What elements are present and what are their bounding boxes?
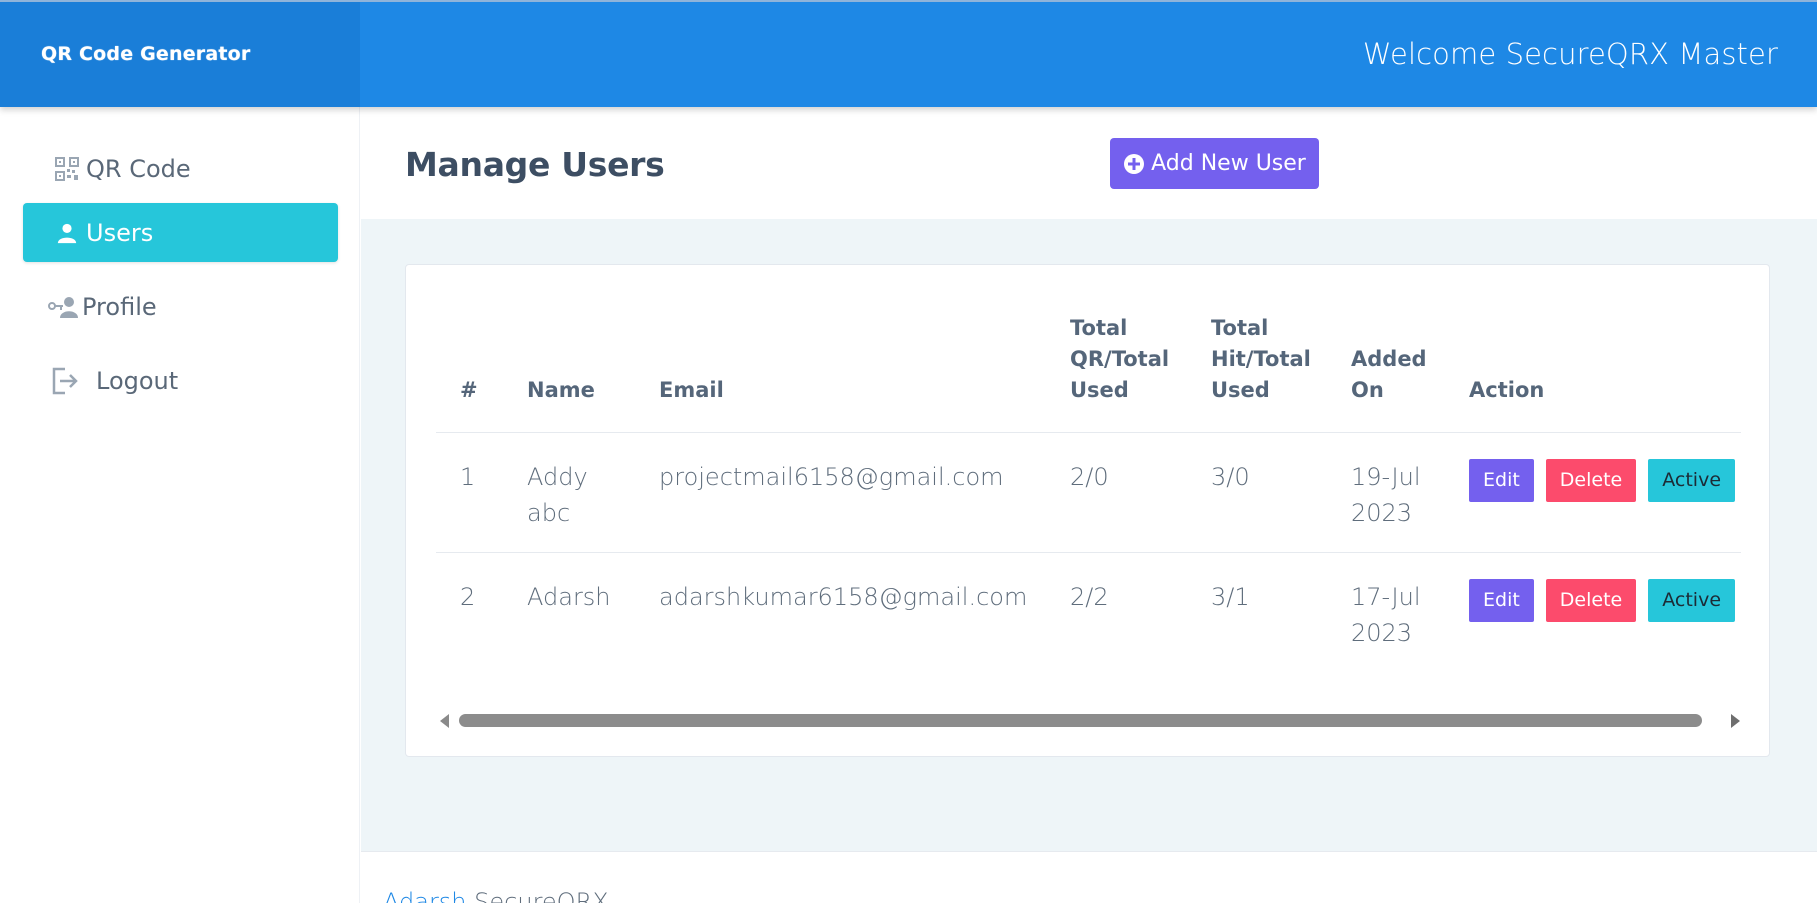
page-header: Manage Users Add New User (361, 107, 1817, 219)
user-key-icon (48, 292, 78, 322)
delete-button[interactable]: Delete (1545, 459, 1637, 502)
sidebar-item-logout[interactable]: Logout (23, 351, 338, 410)
sidebar-item-profile[interactable]: Profile (23, 277, 338, 336)
cell-total-qr: 2/0 (1046, 432, 1187, 553)
top-bar: QR Code Generator Welcome SecureQRX Mast… (0, 0, 1817, 107)
sidebar-item-label: QR Code (86, 154, 191, 183)
sidebar-item-users[interactable]: Users (23, 203, 338, 262)
cell-name: Addy abc (503, 432, 635, 553)
add-new-user-button[interactable]: Add New User (1110, 138, 1319, 189)
column-header-number: # (436, 313, 503, 433)
edit-button[interactable]: Edit (1469, 579, 1534, 622)
table-header-row: # Name Email Total QR/Total Used Total H… (436, 313, 1741, 433)
cell-total-hit: 3/0 (1187, 432, 1327, 553)
column-header-name: Name (503, 313, 635, 433)
scroll-left-arrow-icon[interactable] (440, 714, 449, 728)
footer: Adarsh SecureQRX (361, 851, 1817, 903)
sidebar-item-label: Users (86, 218, 154, 247)
column-header-added-on: Added On (1327, 313, 1445, 433)
cell-total-qr: 2/2 (1070, 583, 1109, 611)
cell-email: projectmail6158@gmail.com (635, 432, 1046, 553)
cell-total-hit: 3/1 (1211, 583, 1250, 611)
cell-number: 1 (436, 432, 503, 553)
main-content: Manage Users Add New User # Name Email T… (361, 107, 1817, 903)
active-status-button[interactable]: Active (1648, 459, 1736, 502)
qr-code-icon (52, 154, 82, 184)
users-card: # Name Email Total QR/Total Used Total H… (405, 264, 1770, 757)
logout-icon (50, 366, 80, 396)
sidebar-item-label: Profile (82, 292, 157, 321)
edit-button[interactable]: Edit (1469, 459, 1534, 502)
user-icon (52, 218, 82, 248)
cell-email: adarshkumar6158@gmail.com (659, 583, 1028, 611)
scrollbar-thumb[interactable] (459, 714, 1702, 727)
add-new-user-label: Add New User (1151, 151, 1306, 176)
table-row: 1 Addy abc projectmail6158@gmail.com 2/0… (436, 432, 1741, 553)
users-table: # Name Email Total QR/Total Used Total H… (436, 313, 1741, 673)
app-page: QR Code Generator Welcome SecureQRX Mast… (0, 0, 1817, 903)
column-header-total-qr: Total QR/Total Used (1046, 313, 1187, 433)
brand-logo[interactable]: QR Code Generator (0, 2, 360, 107)
row-actions: Edit Delete Active (1469, 579, 1741, 622)
sidebar: QR Code Users Profile Logout (0, 107, 360, 903)
footer-author-link[interactable]: Adarsh (383, 888, 467, 903)
horizontal-scrollbar[interactable] (440, 710, 1740, 730)
page-title: Manage Users (405, 145, 665, 184)
plus-circle-icon (1123, 153, 1145, 175)
column-header-total-hit: Total Hit/Total Used (1187, 313, 1327, 433)
row-actions: Edit Delete Active (1469, 459, 1741, 502)
cell-name: Adarsh (527, 583, 611, 611)
column-header-action: Action (1445, 313, 1741, 433)
cell-number: 2 (460, 583, 476, 611)
cell-actions: Edit Delete Active (1445, 432, 1741, 553)
scroll-right-arrow-icon[interactable] (1731, 714, 1740, 728)
column-header-email: Email (635, 313, 1046, 433)
sidebar-item-qr-code[interactable]: QR Code (23, 139, 338, 198)
table-row: 2 Adarsh adarshkumar6158@gmail.com 2/2 3… (436, 553, 1741, 673)
delete-button[interactable]: Delete (1545, 579, 1637, 622)
footer-text: SecureQRX (466, 888, 609, 903)
cell-added-on: 19-Jul 2023 (1327, 432, 1445, 553)
cell-added-on: 17-Jul 2023 (1351, 583, 1421, 647)
users-table-scroll: # Name Email Total QR/Total Used Total H… (436, 265, 1741, 695)
welcome-message: Welcome SecureQRX Master (1362, 37, 1778, 71)
sidebar-item-label: Logout (96, 366, 179, 395)
active-status-button[interactable]: Active (1648, 579, 1736, 622)
cell-actions: Edit Delete Active (1445, 553, 1741, 673)
